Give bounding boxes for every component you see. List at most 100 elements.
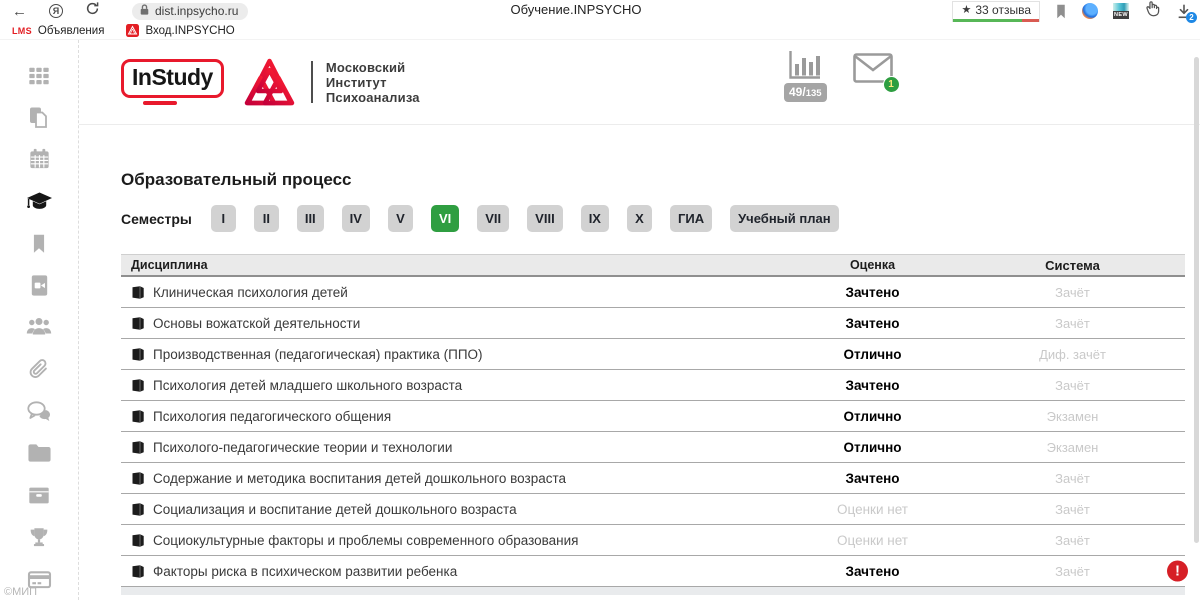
bookmark-login[interactable]: Вход.INPSYCHO: [126, 24, 234, 37]
table-row[interactable]: Психолого-педагогические теории и технол…: [121, 432, 1185, 463]
grade-value: Отлично: [785, 409, 960, 424]
sidebar-item-bookmarks[interactable]: [0, 223, 78, 265]
table-row[interactable]: Основы вожатской деятельности Зачтено За…: [121, 308, 1185, 339]
semester-button[interactable]: ГИА: [670, 205, 712, 232]
system-value: Зачёт: [960, 502, 1185, 517]
grade-value: Оценки нет: [785, 502, 960, 517]
discipline-label: Социокультурные факторы и проблемы совре…: [153, 533, 578, 548]
book-icon: [131, 503, 145, 516]
book-icon: [131, 317, 145, 330]
hand-extension-icon[interactable]: [1144, 0, 1161, 22]
new-extension-icon[interactable]: NEW: [1113, 3, 1129, 19]
reviews-label: 33 отзыва: [975, 3, 1031, 17]
discipline-label: Психология педагогического общения: [153, 409, 391, 424]
semester-button[interactable]: IV: [342, 205, 370, 232]
sidebar-item-attachments[interactable]: [0, 348, 78, 390]
table-row[interactable]: Содержание и методика воспитания детей д…: [121, 463, 1185, 494]
mail-button[interactable]: 1: [853, 53, 893, 88]
book-icon: [131, 472, 145, 485]
sidebar-item-archive[interactable]: [0, 474, 78, 516]
bookmark-announcements[interactable]: LMS Объявления: [12, 25, 104, 37]
column-grade: Оценка: [785, 258, 960, 272]
sidebar-item-messages[interactable]: [0, 390, 78, 432]
semester-button[interactable]: V: [388, 205, 413, 232]
sidebar-item-achievements[interactable]: [0, 516, 78, 558]
semester-button[interactable]: VI: [431, 205, 459, 232]
semester-button[interactable]: VIII: [527, 205, 563, 232]
table-row[interactable]: Клиническая психология детей Зачтено Зач…: [121, 277, 1185, 308]
table-row[interactable]: Психология педагогического общения Отлич…: [121, 401, 1185, 432]
lock-icon: [139, 3, 150, 19]
trophy-icon: [27, 525, 51, 549]
table-row[interactable]: Социализация и воспитание детей дошкольн…: [121, 494, 1185, 525]
header-divider: [311, 61, 313, 103]
instudy-logo[interactable]: InStudy: [121, 59, 224, 106]
table-row[interactable]: Социокультурные факторы и проблемы совре…: [121, 525, 1185, 556]
institute-name: Московский Институт Психоанализа: [326, 60, 420, 105]
semester-button[interactable]: Учебный план: [730, 205, 838, 232]
sidebar-item-groups[interactable]: [0, 307, 78, 349]
discipline-label: Содержание и методика воспитания детей д…: [153, 471, 566, 486]
grade-value: Зачтено: [785, 471, 960, 486]
address-bar[interactable]: dist.inpsycho.ru: [132, 3, 248, 20]
progress-badge: 49/135: [784, 83, 827, 102]
folder-icon: [27, 442, 52, 464]
users-icon: [26, 315, 52, 339]
sidebar-item-calendar[interactable]: [0, 139, 78, 181]
table-row[interactable]: Психология детей младшего школьного возр…: [121, 370, 1185, 401]
lms-icon: LMS: [12, 26, 32, 36]
system-value: Зачёт: [960, 471, 1185, 486]
grade-value: Зачтено: [785, 378, 960, 393]
bookmark-flag-icon[interactable]: [1055, 4, 1067, 19]
semester-button[interactable]: VII: [477, 205, 509, 232]
documents-icon: [26, 105, 52, 131]
sidebar-item-education-active[interactable]: [0, 181, 78, 223]
table-row[interactable]: Факторы риска в психическом развитии реб…: [121, 556, 1185, 587]
paperclip-icon: [27, 357, 51, 381]
sidebar-item-documents[interactable]: [0, 97, 78, 139]
bottom-strip: [121, 587, 1185, 595]
url-text: dist.inpsycho.ru: [155, 4, 238, 18]
semester-button[interactable]: II: [254, 205, 279, 232]
reviews-widget[interactable]: ★ 33 отзыва: [952, 1, 1040, 22]
bar-chart-icon: [786, 49, 824, 81]
bookmarks-bar: LMS Объявления Вход.INPSYCHO: [0, 22, 1200, 40]
sidebar-item-dashboard[interactable]: [0, 55, 78, 97]
semester-button[interactable]: X: [627, 205, 652, 232]
discipline-label: Производственная (педагогическая) практи…: [153, 347, 483, 362]
sidebar-item-video[interactable]: [0, 265, 78, 307]
graduation-cap-icon: [26, 190, 53, 214]
book-icon: [131, 565, 145, 578]
semester-button[interactable]: IX: [581, 205, 609, 232]
semester-button[interactable]: III: [297, 205, 324, 232]
refresh-icon[interactable]: [85, 1, 100, 21]
downloads-button[interactable]: 2: [1176, 3, 1192, 20]
rating-bar: [953, 19, 1039, 22]
star-icon: ★: [961, 3, 971, 16]
scrollbar[interactable]: [1194, 57, 1199, 543]
page-title: Образовательный процесс: [121, 170, 1185, 190]
book-icon: [131, 379, 145, 392]
calendar-icon: [27, 147, 52, 172]
sidebar-item-files[interactable]: [0, 432, 78, 474]
grade-value: Отлично: [785, 347, 960, 362]
system-value: Зачёт: [960, 316, 1185, 331]
browser-extension-icon[interactable]: [1082, 3, 1098, 19]
alert-icon[interactable]: !: [1167, 561, 1188, 582]
semesters-label: Семестры: [121, 211, 192, 227]
book-icon: [131, 534, 145, 547]
mip-triangle-logo: [242, 57, 297, 107]
browser-toolbar: ← Я dist.inpsycho.ru Обучение.INPSYCHO ★…: [0, 0, 1200, 22]
semester-button[interactable]: I: [211, 205, 236, 232]
table-row[interactable]: Производственная (педагогическая) практи…: [121, 339, 1185, 370]
discipline-label: Социализация и воспитание детей дошкольн…: [153, 502, 517, 517]
book-icon: [131, 441, 145, 454]
grade-value: Зачтено: [785, 316, 960, 331]
sidebar: ©МИП: [0, 40, 79, 600]
yandex-icon[interactable]: Я: [49, 4, 63, 18]
progress-stats-button[interactable]: 49/135: [784, 49, 827, 102]
discipline-label: Психология детей младшего школьного возр…: [153, 378, 462, 393]
grid-icon: [27, 64, 51, 88]
back-icon[interactable]: ←: [12, 4, 27, 19]
grade-value: Зачтено: [785, 564, 960, 579]
